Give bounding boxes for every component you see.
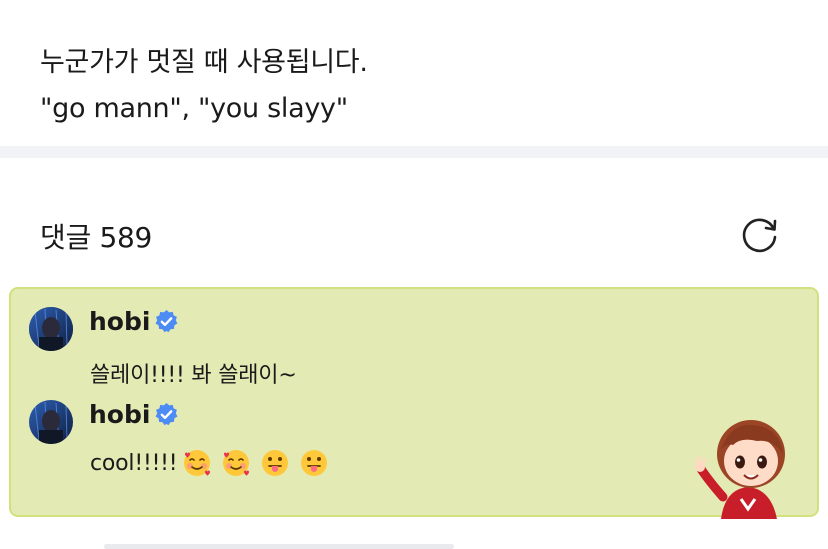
- comment-text: 쓸레이!!!! 봐 쓸래이~: [90, 363, 297, 388]
- definition: 누군가가 멋질 때 사용됩니다. "go mann", "you slayy": [40, 40, 368, 132]
- comment-text: cool!!!!!: [90, 451, 178, 476]
- avatar[interactable]: [29, 400, 73, 444]
- comments-card: hobi 쓸레이!!!! 봐 쓸래이~ hobi cool!!!!!: [9, 287, 819, 519]
- verified-badge-icon: [155, 310, 178, 333]
- tongue-face-icon: [262, 450, 288, 476]
- smiling-face-with-hearts-icon: [223, 450, 249, 476]
- comment-username[interactable]: hobi: [89, 307, 150, 336]
- section-divider: [0, 146, 828, 158]
- character-sticker-icon: [693, 420, 785, 519]
- verified-badge-icon: [155, 403, 178, 426]
- avatar[interactable]: [29, 307, 73, 351]
- tongue-face-icon: [301, 450, 327, 476]
- definition-line: 누군가가 멋질 때 사용됩니다.: [40, 47, 368, 78]
- comment-username[interactable]: hobi: [89, 400, 150, 429]
- comments-title: 댓글 589: [40, 221, 153, 254]
- refresh-icon[interactable]: [739, 214, 781, 256]
- scroll-indicator: [104, 544, 454, 549]
- smiling-face-with-hearts-icon: [184, 450, 210, 476]
- definition-example: "go mann", "you slayy": [40, 93, 348, 124]
